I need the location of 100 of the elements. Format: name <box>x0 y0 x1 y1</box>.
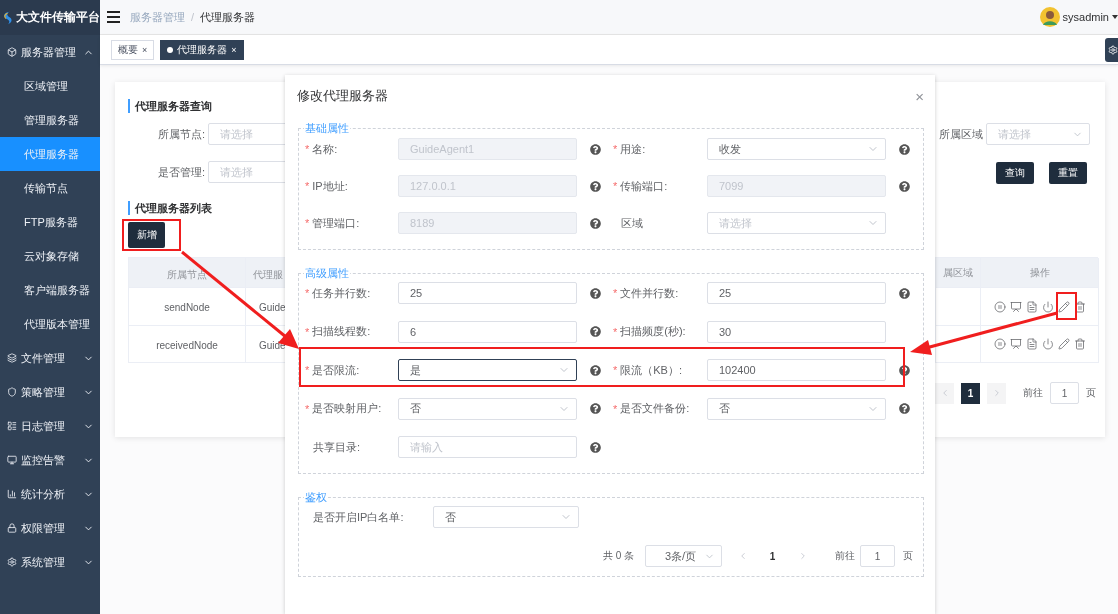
menu-group[interactable]: 日志管理 <box>0 409 100 443</box>
required-mark: * <box>305 402 310 415</box>
settings-icon <box>1108 44 1118 55</box>
document-icon[interactable] <box>1025 300 1038 313</box>
field-label: 是否开启IP白名单: <box>313 509 404 525</box>
page-input[interactable]: 1 <box>860 545 895 567</box>
table-cell: receivedNode <box>156 339 218 351</box>
presentation-icon[interactable] <box>1009 300 1022 313</box>
field-label: 共享目录: <box>313 439 361 455</box>
table-cell: Guide <box>259 302 285 313</box>
goto-label: 前往 <box>1023 386 1043 400</box>
select-field[interactable]: 是 <box>398 359 577 381</box>
required-mark: * <box>613 364 618 376</box>
field-label: 是否映射用户: <box>312 401 382 416</box>
menu-group[interactable]: 监控告警 <box>0 443 100 477</box>
input-field[interactable]: 102400 <box>707 359 886 381</box>
menu-item[interactable]: 管理服务器 <box>0 103 100 137</box>
caret-icon[interactable] <box>1112 15 1118 19</box>
section-legend: 鉴权 <box>304 490 328 505</box>
field-label: 是否文件备份: <box>620 401 690 416</box>
table-cell: Guide <box>259 339 285 351</box>
field-label: 是否限流: <box>312 362 360 378</box>
field-label: 所属区域 <box>938 126 983 142</box>
field-label: 扫描频度(秒): <box>620 324 686 339</box>
edit-icon[interactable] <box>1057 300 1070 313</box>
search-button[interactable]: 查询 <box>996 162 1034 184</box>
total-count: 共 0 条 <box>602 549 634 563</box>
menu-item[interactable]: 代理版本管理 <box>0 307 100 341</box>
column-header: 属区域 <box>936 258 981 288</box>
section-legend: 基础属性 <box>304 121 350 136</box>
page-button[interactable]: 1 <box>763 545 782 567</box>
field-label: 扫描线程数: <box>312 324 371 339</box>
required-mark: * <box>305 217 310 229</box>
power-icon[interactable] <box>1041 300 1054 313</box>
pause-icon[interactable] <box>993 338 1006 350</box>
app-title: 大文件传输平台 <box>16 9 100 26</box>
menu-item[interactable]: 传输节点 <box>0 171 100 205</box>
required-mark: * <box>613 287 618 299</box>
menu-group[interactable]: 服务器管理 <box>0 35 100 69</box>
input-field[interactable]: 6 <box>398 320 577 343</box>
select-field[interactable]: 否 <box>398 397 577 420</box>
required-mark: * <box>305 325 310 338</box>
menu-group[interactable]: 权限管理 <box>0 511 100 545</box>
page-button[interactable]: 1 <box>961 382 980 404</box>
required-mark: * <box>613 180 618 192</box>
field-label: 传输端口: <box>620 178 668 194</box>
field-label: 限流（KB）: <box>620 362 682 378</box>
delete-icon[interactable] <box>1073 338 1086 350</box>
required-mark: * <box>305 364 310 376</box>
page-suffix: 页 <box>1086 386 1096 400</box>
field-label: IP地址: <box>312 178 348 194</box>
menu-group[interactable]: 策略管理 <box>0 375 100 409</box>
field-label: 任务并行数: <box>312 285 371 301</box>
menu-group[interactable]: 文件管理 <box>0 341 100 375</box>
highlight-frame <box>1056 292 1077 320</box>
field-label: 名称: <box>312 141 338 157</box>
dialog-title: 修改代理服务器 <box>297 87 388 105</box>
input-field[interactable]: 30 <box>707 320 886 343</box>
menu-item[interactable]: FTP服务器 <box>0 205 100 239</box>
required-mark: * <box>305 143 310 155</box>
table-cell: sendNode <box>164 302 210 313</box>
power-icon[interactable] <box>1041 338 1054 350</box>
input-field[interactable]: 25 <box>398 282 577 304</box>
field-label: 文件并行数: <box>620 285 679 301</box>
document-icon[interactable] <box>1025 338 1038 350</box>
field-label: 区域 <box>621 215 643 231</box>
user-name[interactable]: sysadmin <box>1062 11 1109 23</box>
breadcrumb-separator: / <box>191 11 195 23</box>
menu-item[interactable]: 客户端服务器 <box>0 273 100 307</box>
menu-item[interactable]: 区域管理 <box>0 69 100 103</box>
avatar[interactable] <box>1039 7 1060 27</box>
required-mark: * <box>613 402 618 415</box>
edit-icon[interactable] <box>1057 338 1070 350</box>
required-mark: * <box>305 287 310 299</box>
reset-button[interactable]: 重置 <box>1049 162 1087 184</box>
select-field[interactable]: 收发 <box>707 138 886 160</box>
section-legend: 高级属性 <box>304 266 350 281</box>
tab[interactable]: 代理服务器 × <box>160 39 244 60</box>
field-label: 所属节点: <box>156 126 205 142</box>
field-label: 用途: <box>620 141 646 157</box>
breadcrumb-item: 代理服务器 <box>200 9 256 25</box>
presentation-icon[interactable] <box>1009 338 1022 350</box>
page-input[interactable]: 1 <box>1050 382 1079 404</box>
column-header: 代理服 <box>253 267 283 282</box>
select-field[interactable]: 否 <box>433 506 579 528</box>
settings-button[interactable] <box>1105 37 1118 62</box>
page-suffix: 页 <box>903 549 913 563</box>
page-size-select[interactable]: 3条/页 <box>645 545 722 567</box>
add-button[interactable]: 新增 <box>128 222 165 248</box>
menu-item[interactable]: 云对象存储 <box>0 239 100 273</box>
select-field[interactable]: 否 <box>707 397 886 420</box>
required-mark: * <box>613 143 618 155</box>
input-field[interactable]: 25 <box>707 282 886 304</box>
tab[interactable]: 概要 × <box>111 39 155 60</box>
field-label: 是否管理: <box>156 164 205 180</box>
pause-icon[interactable] <box>993 300 1006 313</box>
menu-group[interactable]: 统计分析 <box>0 477 100 511</box>
menu-group[interactable]: 系统管理 <box>0 545 100 579</box>
required-mark: * <box>305 180 310 192</box>
field-label: 管理端口: <box>312 215 360 231</box>
